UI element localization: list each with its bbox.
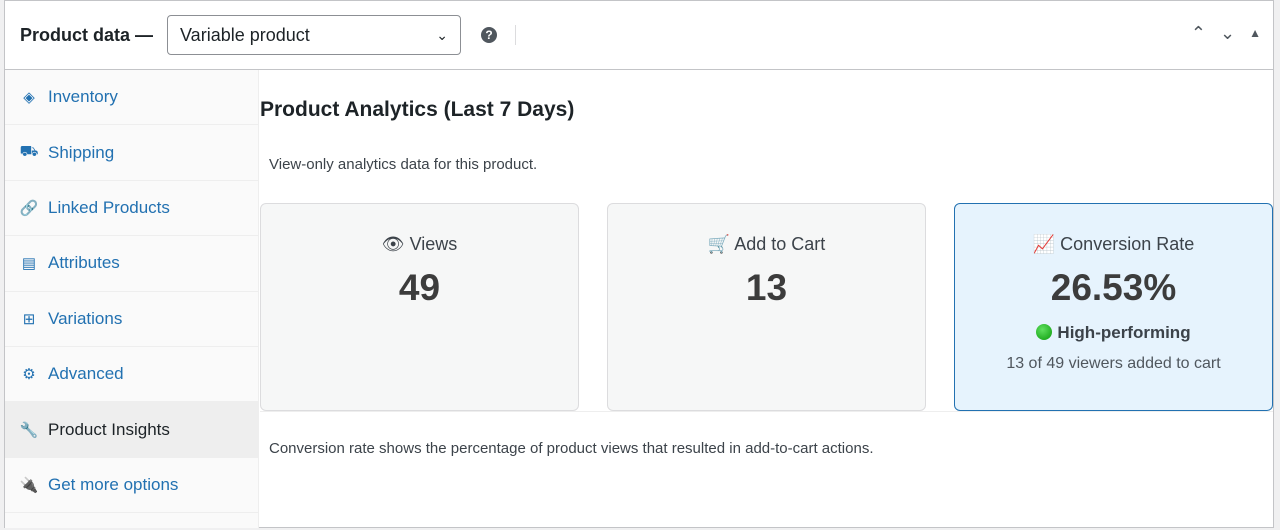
wrench-icon: 🔧 (19, 421, 39, 439)
views-value: 49 (398, 267, 441, 308)
panel-header: Product data — Variable product ⌄ ? ⌃ ⌄ ▲ (5, 1, 1273, 70)
product-insights-panel: Product Analytics (Last 7 Days) View-onl… (260, 70, 1273, 527)
cart-icon: 🛒 (707, 234, 731, 254)
add-to-cart-card: 🛒 Add to Cart 13 (607, 203, 926, 411)
sidebar-item-shipping[interactable]: ⛟ Shipping (5, 125, 258, 181)
sidebar-item-label: Product Insights (48, 419, 170, 439)
sidebar-item-product-insights[interactable]: 🔧 Product Insights (5, 402, 258, 458)
sidebar-item-inventory[interactable]: ◈ Inventory (5, 70, 258, 126)
conversion-rate-value: 26.53% (1050, 267, 1177, 308)
product-type-value: Variable product (180, 24, 310, 45)
gear-icon: ⚙ (22, 366, 36, 384)
plug-icon: 🔌 (19, 476, 39, 494)
chart-line-icon: 📈 (1032, 234, 1056, 254)
sidebar-item-attributes[interactable]: ▤ Attributes (5, 236, 258, 292)
grid-icon: ⊞ (22, 310, 36, 328)
sidebar-item-label: Inventory (48, 87, 118, 107)
sidebar-item-label: Attributes (48, 253, 120, 273)
chevron-down-icon: ⌄ (436, 26, 449, 43)
sidebar-item-label: Get more options (48, 474, 179, 494)
product-data-tabs: ◈ Inventory ⛟ Shipping 🔗 Linked Products ▤ A… (5, 70, 259, 528)
sidebar-item-get-more-options[interactable]: 🔌 Get more options (5, 458, 258, 514)
help-icon[interactable]: ? (481, 27, 498, 43)
sidebar-item-linked-products[interactable]: 🔗 Linked Products (5, 181, 258, 237)
sidebar-item-advanced[interactable]: ⚙ Advanced (5, 347, 258, 403)
section-description: View-only analytics data for this produc… (269, 156, 538, 173)
product-data-panel: Product data — Variable product ⌄ ? ⌃ ⌄ ▲… (4, 0, 1274, 528)
toggle-panel-icon[interactable]: ▲ (1249, 26, 1261, 44)
truck-icon: ⛟ (19, 143, 39, 161)
sidebar-item-label: Variations (48, 308, 123, 328)
eye-icon: 👁 (381, 234, 405, 254)
panel-title: Product data — (20, 24, 154, 45)
product-type-select[interactable]: Variable product ⌄ (167, 15, 462, 55)
link-icon: 🔗 (19, 199, 39, 217)
sidebar-item-label: Advanced (48, 364, 124, 384)
section-title: Product Analytics (Last 7 Days) (260, 98, 575, 121)
list-icon: ▤ (21, 255, 37, 273)
add-to-cart-value: 13 (745, 267, 788, 308)
card-label: Conversion Rate (1060, 234, 1195, 254)
conversion-rate-card: 📈 Conversion Rate 26.53% High-performing… (954, 203, 1273, 411)
sidebar-item-label: Linked Products (48, 197, 170, 217)
conversion-detail: 13 of 49 viewers added to cart (1006, 355, 1221, 372)
badge-label: High-performing (1057, 323, 1191, 342)
sidebar-item-variations[interactable]: ⊞ Variations (5, 292, 258, 347)
card-label: Add to Cart (734, 234, 826, 254)
tag-icon: ◈ (23, 89, 35, 107)
move-up-icon[interactable]: ⌃ (1191, 23, 1206, 44)
move-down-icon[interactable]: ⌄ (1220, 23, 1235, 44)
divider (515, 25, 517, 45)
card-label: Views (409, 234, 458, 254)
views-card: 👁 Views 49 (260, 203, 579, 411)
divider (260, 411, 1273, 412)
conversion-note: Conversion rate shows the percentage of … (269, 440, 874, 457)
sidebar-item-label: Shipping (48, 142, 115, 162)
performance-badge: High-performing (955, 323, 1272, 343)
green-dot-icon (1036, 324, 1053, 340)
